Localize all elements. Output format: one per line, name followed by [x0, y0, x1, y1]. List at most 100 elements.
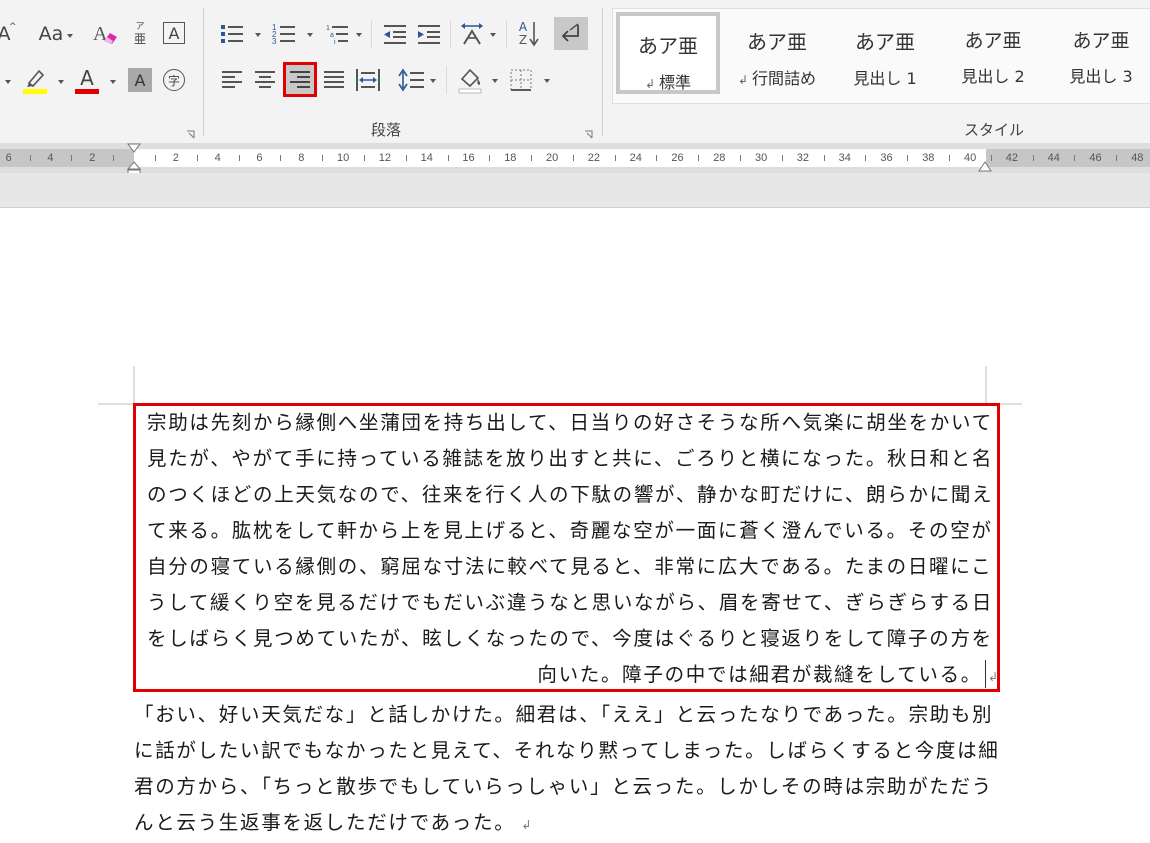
ruler-tick [865, 155, 866, 161]
enclose-characters-button[interactable]: 字 [161, 67, 187, 93]
svg-text:i: i [334, 39, 336, 46]
grow-font-button[interactable]: A ^ [0, 22, 18, 46]
character-spacing-dropdown-arrow-icon[interactable] [490, 33, 496, 37]
sort-button[interactable]: A Z [512, 18, 546, 50]
style-sample: あア亜 [855, 30, 915, 54]
ruler-number: 18 [504, 152, 517, 164]
ruler-tick [280, 155, 281, 161]
furigana-button[interactable]: ア 亜 [128, 18, 152, 50]
ribbon: A ^ Aa A ア 亜 A A A 字 1 2 3 1 a i A Z 段落 … [0, 0, 1150, 144]
character-spacing-button[interactable] [456, 20, 488, 48]
ruler-number: 12 [378, 152, 392, 164]
ruler-number: 16 [462, 152, 475, 164]
horizontal-ruler[interactable]: 6 4 2 2 4 6 8 10 12 14 16 18 20 22 24 26 28 30 32 34 36 38 40 4… [0, 143, 1150, 178]
ruler-number: 34 [838, 152, 851, 164]
font-color-label: A [80, 65, 94, 90]
highlight-dropdown-arrow-icon[interactable] [58, 80, 64, 84]
justify-button[interactable] [320, 66, 348, 94]
borders-dropdown-arrow-icon[interactable] [544, 79, 550, 83]
multilevel-dropdown-arrow-icon[interactable] [356, 33, 362, 37]
change-case-button[interactable]: Aa [34, 20, 78, 48]
increase-indent-button[interactable] [414, 20, 444, 48]
align-center-button[interactable] [251, 66, 279, 94]
numbering-button[interactable]: 1 2 3 [268, 20, 300, 48]
enclose-characters-label: 字 [167, 73, 180, 88]
show-hide-marks-button[interactable] [554, 17, 588, 50]
ruler-tick [656, 155, 657, 161]
ruler-number: 40 [964, 152, 977, 164]
ruler-number: 32 [796, 152, 810, 164]
ruler-number: 8 [298, 152, 305, 164]
ruler-tick [239, 155, 240, 161]
ruler-tick [322, 155, 323, 161]
ruler-tick [1074, 155, 1075, 161]
text-line: 君の方から、「ちっと散歩でもしていらっしゃい」と云った。しかしその時は宗助がただ… [134, 775, 993, 798]
ruler-tick [740, 155, 741, 161]
style-sample: あア亜 [964, 30, 1022, 52]
styles-group-label: スタイル [964, 121, 1025, 139]
borders-button[interactable] [506, 66, 536, 94]
style-sample: あア亜 [747, 30, 807, 54]
multilevel-list-button[interactable]: 1 a i [322, 20, 354, 48]
style-name: 標準 [659, 73, 692, 92]
shading-button[interactable] [454, 64, 486, 96]
divider [450, 20, 451, 48]
distributed-button[interactable] [354, 66, 382, 94]
style-heading-2[interactable]: あア亜 見出し 2 [941, 12, 1045, 94]
paragraph-mark-icon: ↲ [644, 77, 656, 91]
style-heading-3[interactable]: あア亜 見出し 3 [1049, 12, 1150, 94]
font-dropdown-arrow-icon[interactable] [5, 80, 11, 84]
style-normal[interactable]: あア亜 ↲ 標準 [616, 12, 720, 94]
ruler-tick [71, 155, 72, 161]
ruler-number: 22 [587, 152, 601, 164]
font-color-button[interactable]: A [72, 64, 102, 96]
style-no-spacing[interactable]: あア亜 ↲ 行間詰め [725, 12, 829, 94]
ruler-tick [531, 155, 532, 161]
style-name: 見出し 2 [961, 67, 1025, 86]
divider [446, 66, 447, 94]
ruler-tick [782, 155, 783, 161]
paragraph-dialog-launcher-icon[interactable] [584, 124, 593, 139]
ruler-tick [615, 155, 616, 161]
highlight-color-button[interactable] [20, 64, 50, 96]
style-name: 見出し 1 [853, 69, 917, 88]
font-color-dropdown-arrow-icon[interactable] [110, 80, 116, 84]
style-heading-1[interactable]: あア亜 見出し 1 [833, 12, 937, 94]
selection-highlight-box [133, 403, 1000, 692]
ruler-tick [155, 155, 156, 161]
ruler-shadow [0, 173, 1150, 208]
font-dialog-launcher-icon[interactable] [186, 124, 195, 139]
paragraph-2[interactable]: 「おい、好い天気だな」と話しかけた。細君は、「ええ」と云ったなりであった。宗助も… [134, 697, 1000, 841]
ruler-tick [364, 155, 365, 161]
clear-formatting-icon[interactable]: A [90, 18, 120, 48]
decrease-indent-button[interactable] [380, 20, 410, 48]
bullets-dropdown-arrow-icon[interactable] [255, 33, 261, 37]
ruler-number: 24 [629, 152, 642, 164]
ruler-tick [824, 155, 825, 161]
character-shading-button[interactable]: A [128, 68, 152, 92]
right-indent-marker-icon[interactable] [978, 161, 992, 173]
ruler-tick [113, 155, 114, 161]
bullets-button[interactable] [216, 20, 248, 48]
ruler-number: 20 [546, 152, 559, 164]
divider [506, 20, 507, 48]
align-left-button[interactable] [218, 66, 246, 94]
line-spacing-button[interactable] [396, 66, 428, 94]
ruler-number: 30 [755, 152, 768, 164]
change-case-label: Aa [38, 23, 64, 45]
ruler-number: 46 [1089, 152, 1102, 164]
text-line: に話がしたい訳でもなかったと見えて、それなり黙ってしまった。しばらくすると今度は… [134, 739, 1000, 762]
page-margin-corner [98, 366, 135, 405]
paragraph-mark-icon: ↲ [521, 818, 532, 832]
ruler-number: 2 [89, 152, 96, 164]
ruler-tick [907, 155, 908, 161]
ruler-tick [1033, 155, 1034, 161]
align-right-button[interactable] [283, 62, 317, 97]
shading-dropdown-arrow-icon[interactable] [492, 79, 498, 83]
character-border-button[interactable]: A [161, 20, 187, 46]
furigana-top-label: ア [135, 22, 145, 32]
ruler-number: 4 [47, 152, 54, 164]
numbering-dropdown-arrow-icon[interactable] [307, 33, 313, 37]
line-spacing-dropdown-arrow-icon[interactable] [430, 79, 436, 83]
first-line-indent-marker-icon[interactable] [127, 143, 141, 155]
